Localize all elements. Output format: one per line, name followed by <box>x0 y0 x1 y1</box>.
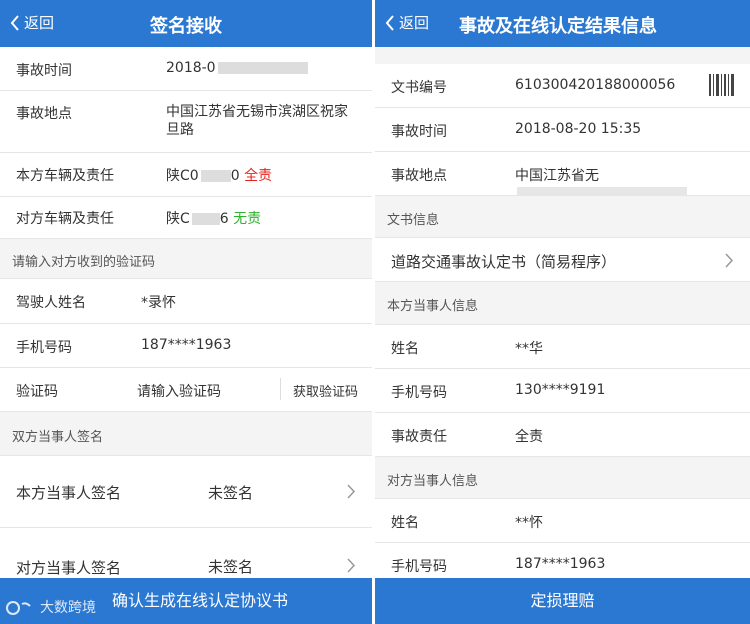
row-value: 610300420188000056 <box>515 77 676 93</box>
right-screen: 返回 事故及在线认定结果信息 文书编号 610300420188000056 事… <box>375 0 750 624</box>
redaction <box>217 62 308 74</box>
status-badge: 无责 <box>233 211 262 227</box>
row-accident-place: 事故地点 中国江苏省无 <box>375 152 750 199</box>
left-screen: 返回 签名接收 事故时间 2018-0 事故地点 中国江苏省无锡市滨湖区祝家旦路… <box>0 0 372 624</box>
row-self-name: 姓名 **华 <box>375 325 750 369</box>
row-value: 2018-0 <box>166 60 308 76</box>
row-label: 文书编号 <box>391 80 447 96</box>
row-label: 事故责任 <box>391 429 447 445</box>
row-self-phone: 手机号码 130****9191 <box>375 369 750 413</box>
header-bar: 返回 事故及在线认定结果信息 <box>375 0 750 47</box>
page-title: 事故及在线认定结果信息 <box>459 16 657 37</box>
row-label: 事故时间 <box>391 124 447 140</box>
row-label: 手机号码 <box>391 559 447 575</box>
row-label: 事故时间 <box>16 63 72 79</box>
row-phone: 手机号码 187****1963 <box>0 324 372 368</box>
row-self-responsibility: 事故责任 全责 <box>375 413 750 457</box>
row-doc-number: 文书编号 610300420188000056 <box>375 64 750 108</box>
code-input[interactable]: 请输入验证码 <box>137 381 221 401</box>
row-label: 驾驶人姓名 <box>16 295 86 311</box>
back-button[interactable]: 返回 <box>10 12 54 33</box>
watermark: 大数跨境 <box>6 600 96 616</box>
chevron-right-icon <box>725 253 734 268</box>
status-badge: 全责 <box>515 429 543 445</box>
row-accident-place: 事故地点 中国江苏省无锡市滨湖区祝家旦路 <box>0 91 372 153</box>
row-label: 本方当事人签名 <box>16 484 122 502</box>
row-value: 中国江苏省无锡市滨湖区祝家旦路 <box>166 104 348 138</box>
chevron-left-icon <box>10 14 19 31</box>
chevron-right-icon <box>347 484 356 499</box>
row-label: 手机号码 <box>391 385 447 401</box>
row-value: 未签名 <box>208 558 254 576</box>
row-sign-self[interactable]: 本方当事人签名 未签名 <box>0 456 372 528</box>
back-label: 返回 <box>24 14 55 32</box>
row-driver-name: 驾驶人姓名 *录怀 <box>0 279 372 324</box>
row-label: 姓名 <box>391 515 419 531</box>
row-code: 验证码 请输入验证码 获取验证码 <box>0 368 372 412</box>
row-other-vehicle: 对方车辆及责任 陕C 6 无责 <box>0 197 372 239</box>
row-sign-other[interactable]: 对方当事人签名 未签名 <box>0 528 372 578</box>
barcode-icon[interactable] <box>709 74 735 96</box>
back-label: 返回 <box>399 14 430 32</box>
row-value: 187****1963 <box>141 337 232 353</box>
row-label: 道路交通事故认定书（简易程序） <box>391 253 617 271</box>
section-other: 对方当事人信息 <box>375 457 750 499</box>
section-sign: 双方当事人签名 <box>0 412 372 456</box>
chevron-right-icon <box>347 558 356 573</box>
section-self: 本方当事人信息 <box>375 282 750 325</box>
row-value: 未签名 <box>208 484 254 502</box>
row-label: 姓名 <box>391 341 419 357</box>
row-label: 事故地点 <box>391 168 447 184</box>
claim-button[interactable]: 定损理赔 <box>375 578 750 624</box>
back-button[interactable]: 返回 <box>385 12 429 33</box>
row-value: 陕C0 0 全责 <box>166 168 273 184</box>
section-code: 请输入对方收到的验证码 <box>0 239 372 279</box>
status-badge: 全责 <box>244 168 273 184</box>
row-value: *录怀 <box>141 295 176 311</box>
row-label: 验证码 <box>16 384 58 400</box>
row-value: **怀 <box>515 515 543 531</box>
row-other-phone: 手机号码 187****1963 <box>375 543 750 578</box>
row-label: 对方车辆及责任 <box>16 211 114 227</box>
row-value: 130****9191 <box>515 382 606 398</box>
row-label: 手机号码 <box>16 340 72 356</box>
header-bar: 返回 签名接收 <box>0 0 372 47</box>
spacer <box>375 47 750 64</box>
doc-link[interactable]: 道路交通事故认定书（简易程序） <box>375 238 750 282</box>
row-label: 本方车辆及责任 <box>16 168 114 184</box>
divider <box>280 378 281 400</box>
row-accident-time: 事故时间 2018-0 <box>0 47 372 91</box>
row-other-name: 姓名 **怀 <box>375 499 750 543</box>
row-own-vehicle: 本方车辆及责任 陕C0 0 全责 <box>0 153 372 197</box>
get-code-button[interactable]: 获取验证码 <box>293 381 358 400</box>
section-doc: 文书信息 <box>375 196 750 238</box>
page-title: 签名接收 <box>150 16 222 37</box>
row-value: **华 <box>515 341 543 357</box>
row-value: 187****1963 <box>515 556 606 572</box>
row-value: 2018-08-20 15:35 <box>515 121 642 137</box>
row-label: 事故地点 <box>16 106 72 122</box>
row-label: 对方当事人签名 <box>16 559 122 577</box>
row-accident-time: 事故时间 2018-08-20 15:35 <box>375 108 750 152</box>
row-value: 陕C 6 无责 <box>166 211 262 227</box>
chevron-left-icon <box>385 14 394 31</box>
logo-icon <box>6 601 31 615</box>
